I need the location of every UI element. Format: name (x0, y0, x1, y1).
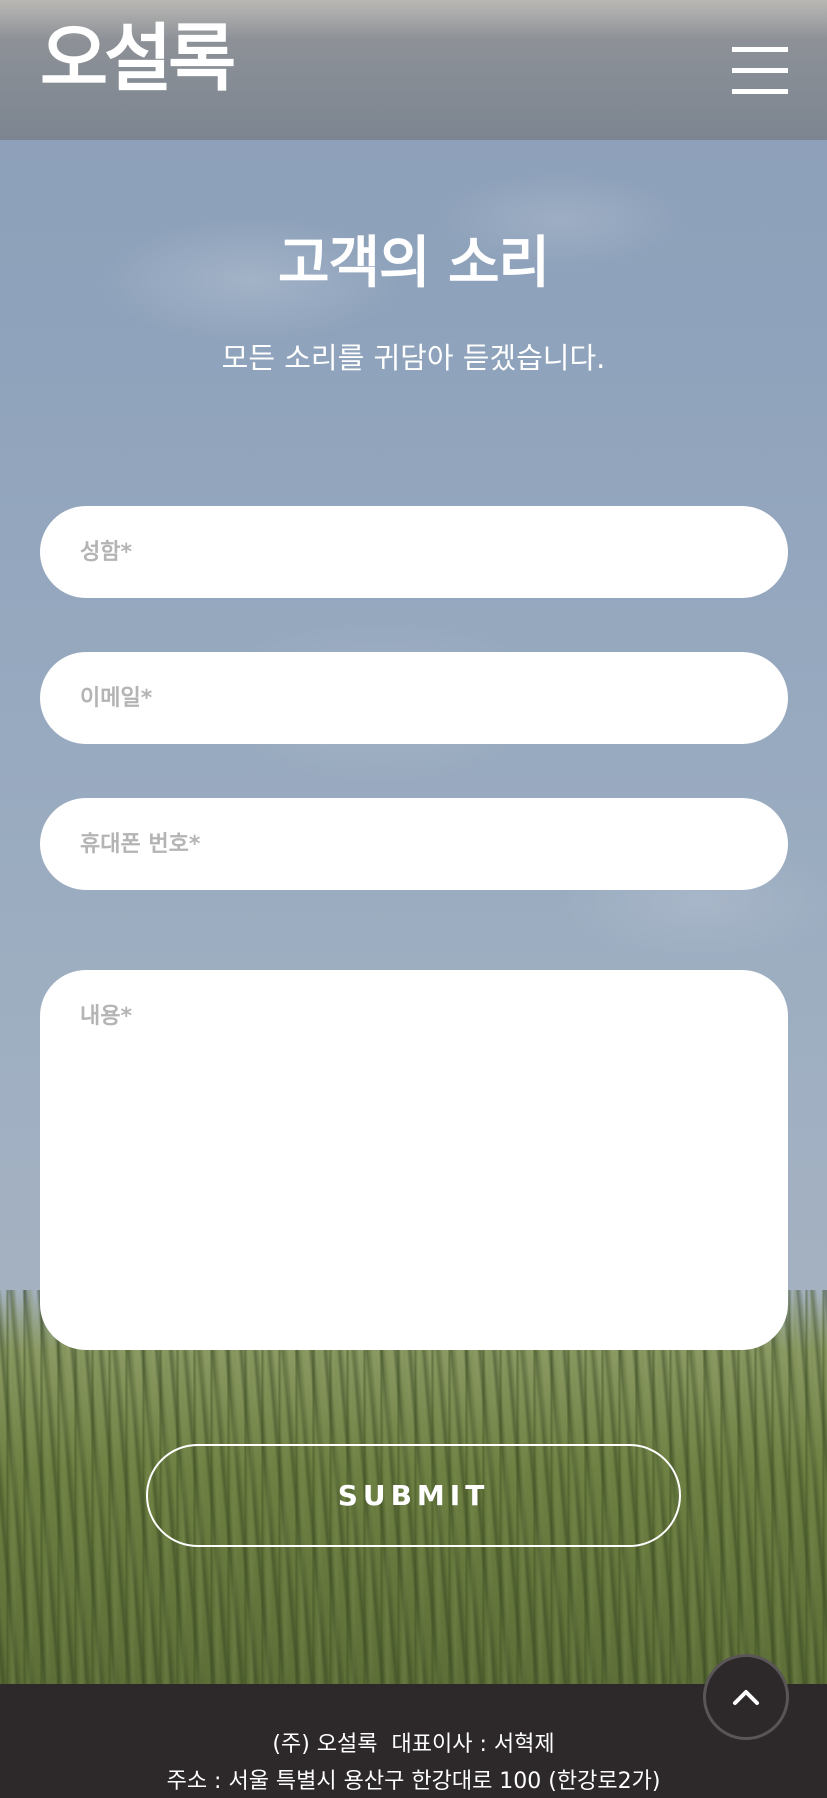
menu-bar (732, 89, 788, 94)
email-field[interactable] (40, 652, 788, 744)
footer-company-info: (주) 오설록 대표이사 : 서혁제 (272, 1732, 555, 1757)
phone-field[interactable] (40, 798, 788, 890)
chevron-up-icon (733, 1690, 759, 1705)
logo[interactable]: 오설록 (40, 22, 236, 96)
name-field[interactable] (40, 506, 788, 598)
hamburger-menu-icon[interactable] (732, 47, 788, 95)
submit-button[interactable]: SUBMIT (146, 1444, 681, 1547)
footer-address: 주소 : 서울 특별시 용산구 한강대로 100 (한강로2가) (166, 1769, 661, 1794)
header: 오설록 (0, 0, 827, 140)
menu-bar (732, 68, 788, 73)
scroll-top-button[interactable] (703, 1654, 789, 1740)
page-title: 고객의 소리 (277, 231, 550, 296)
content-field[interactable] (40, 970, 788, 1350)
page-subtitle: 모든 소리를 귀담아 듣겠습니다. (221, 341, 606, 375)
menu-bar (732, 47, 788, 52)
